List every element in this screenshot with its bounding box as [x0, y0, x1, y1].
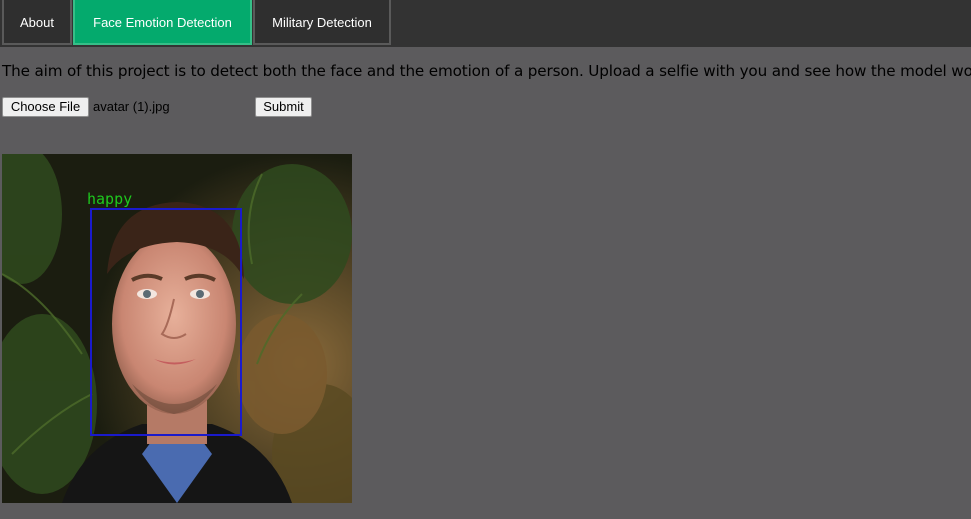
- tab-face-emotion-detection[interactable]: Face Emotion Detection: [73, 0, 252, 45]
- tab-military-detection[interactable]: Military Detection: [253, 0, 391, 45]
- tab-about[interactable]: About: [2, 0, 72, 45]
- choose-file-button[interactable]: Choose File: [2, 97, 89, 117]
- face: [112, 234, 236, 414]
- project-description: The aim of this project is to detect bot…: [2, 62, 971, 80]
- emotion-label: happy: [87, 190, 132, 208]
- tab-bar: About Face Emotion Detection Military De…: [0, 0, 971, 47]
- annotated-face-photo: happy: [2, 154, 352, 503]
- submit-button[interactable]: Submit: [255, 97, 312, 117]
- result-image: happy: [2, 154, 352, 503]
- selected-file-name: avatar (1).jpg: [93, 99, 170, 114]
